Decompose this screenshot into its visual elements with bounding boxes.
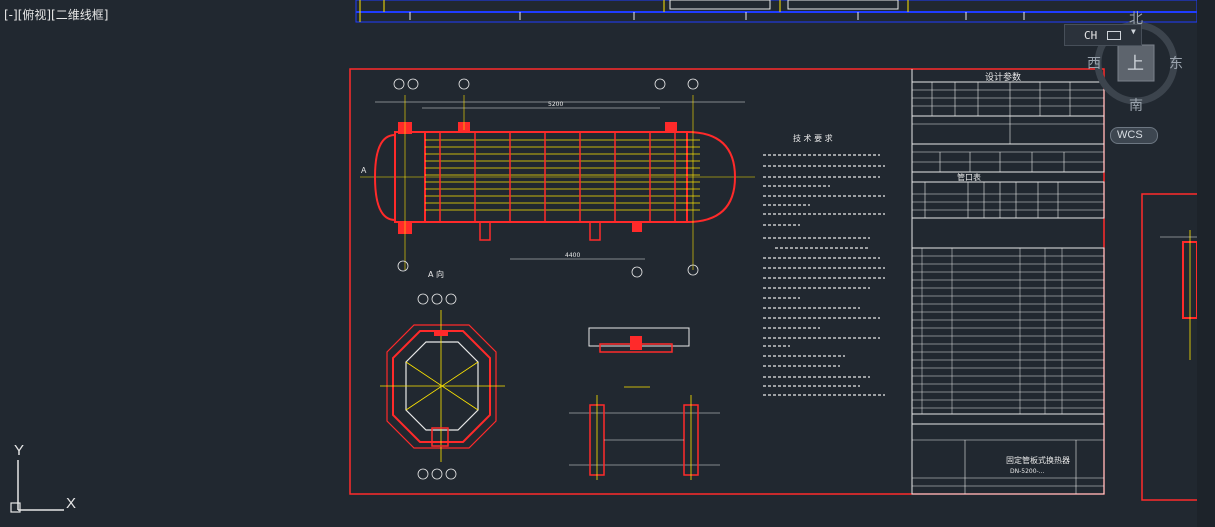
nozzle-table-title: 管口表 — [957, 172, 981, 182]
chevron-down-icon[interactable]: ▼ — [1131, 27, 1136, 36]
top-partial-drawing — [355, 0, 1198, 23]
technical-requirements-block: 技 术 要 求 — [763, 133, 885, 396]
wcs-button[interactable]: WCS — [1110, 127, 1158, 144]
ucs-x-label: X — [66, 495, 77, 512]
detail-views — [569, 327, 720, 480]
viewcube-west[interactable]: 西 — [1087, 56, 1101, 72]
dimension-top: 5200 — [548, 101, 563, 108]
ucs-y-label: Y — [14, 442, 25, 459]
design-params-title: 设计参数 — [985, 71, 1021, 83]
viewcube-south[interactable]: 南 — [1129, 98, 1143, 114]
input-language-label: CH — [1084, 29, 1098, 42]
exchanger-elevation-view: 5200 4400 A — [360, 78, 755, 278]
drawing-canvas[interactable]: 设计参数 管口表 固定管板式换热器 DN-5200-... 技 术 要 求 52… — [0, 0, 1215, 527]
viewcube-east[interactable]: 东 — [1169, 56, 1183, 72]
vertical-scroll-strip[interactable] — [1197, 0, 1215, 527]
a-view-label: A 向 — [428, 269, 444, 279]
dimension-bottom: 4400 — [565, 252, 580, 259]
section-a-label: A — [361, 166, 367, 175]
title-block-tables: 设计参数 管口表 固定管板式换热器 DN-5200-... — [911, 69, 1105, 495]
adjacent-sheet-partial — [1141, 193, 1203, 501]
end-view-a: A 向 — [380, 269, 505, 480]
ucs-icon — [10, 460, 64, 513]
drawing-title-line2: DN-5200-... — [1010, 468, 1045, 475]
input-language-indicator[interactable]: CH ▼ — [1064, 24, 1142, 46]
tech-requirements-title: 技 术 要 求 — [793, 133, 833, 143]
viewcube-face-top[interactable]: 上 — [1127, 54, 1144, 74]
drawing-title-line1: 固定管板式换热器 — [1006, 455, 1070, 465]
keyboard-icon — [1107, 31, 1121, 40]
